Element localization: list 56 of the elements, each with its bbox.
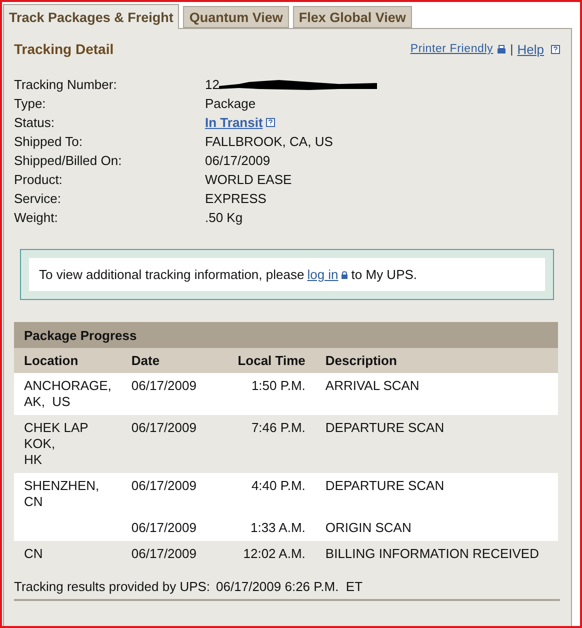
help-link[interactable]: Help [517, 42, 544, 56]
tab[interactable]: Track Packages & Freight [3, 4, 180, 29]
detail-value: FALLBROOK, CA, US [205, 133, 333, 151]
description-cell: BILLING INFORMATION RECEIVED [325, 546, 539, 561]
column-header: Description [315, 348, 558, 373]
location-cell: CN [24, 546, 43, 561]
description-cell: ARRIVAL SCAN [325, 378, 420, 393]
notice-text: To view additional tracking information, please [39, 267, 304, 282]
time-cell: 7:46 P.M. [251, 420, 306, 435]
date-cell: 06/17/2009 [131, 420, 196, 435]
location-cell: SHENZHEN, CN [24, 478, 100, 509]
time-cell: 1:50 P.M. [251, 378, 306, 393]
detail-label: Type: [14, 95, 47, 113]
detail-label: Weight: [14, 209, 59, 227]
column-header: Local Time [225, 348, 316, 373]
detail-value: 06/17/2009 [205, 152, 270, 170]
description-cell: ORIGIN SCAN [325, 520, 412, 535]
detail-value: Package [205, 95, 256, 113]
progress-title: Package Progress [14, 322, 558, 348]
lock-icon [341, 270, 348, 278]
footer-timestamp: 06/17/2009 6:26 P.M. ET [216, 579, 363, 594]
date-cell: 06/17/2009 [131, 520, 196, 535]
time-cell: 4:40 P.M. [251, 478, 306, 493]
date-cell: 06/17/2009 [131, 478, 196, 493]
section-title: Tracking Detail [14, 41, 114, 57]
tab[interactable]: Flex Global View [292, 6, 412, 28]
location-cell: CHEK LAP KOK, HK [24, 420, 88, 467]
printer-friendly-link[interactable]: Printer Friendly [410, 43, 494, 55]
location-cell: ANCHORAGE, AK, US [24, 378, 112, 409]
date-cell: 06/17/2009 [131, 546, 196, 561]
notice-text: to My UPS. [351, 267, 418, 282]
status-link[interactable]: In Transit [205, 113, 263, 132]
time-cell: 12:02 A.M. [243, 546, 306, 561]
tab[interactable]: Quantum View [183, 6, 289, 28]
help-icon [551, 44, 560, 54]
detail-value: .50 Kg [205, 209, 243, 227]
detail-value: EXPRESS [205, 190, 266, 208]
separator: | [510, 42, 514, 56]
detail-label: Product: [14, 171, 64, 189]
detail-value: WORLD EASE [205, 171, 292, 189]
detail-label: Status: [14, 114, 56, 132]
column-header: Date [121, 348, 226, 373]
detail-label: Tracking Number: [14, 76, 118, 94]
date-cell: 06/17/2009 [131, 378, 196, 393]
column-header: Location [14, 348, 122, 373]
detail-label: Service: [14, 190, 62, 208]
help-icon [266, 118, 275, 127]
description-cell: DEPARTURE SCAN [325, 420, 444, 435]
description-cell: DEPARTURE SCAN [325, 478, 444, 493]
footer-label: Tracking results provided by UPS: [14, 579, 210, 594]
detail-label: Shipped To: [14, 133, 84, 151]
time-cell: 1:33 A.M. [250, 520, 306, 535]
detail-value: 12 [205, 76, 220, 94]
login-link[interactable]: log in [307, 267, 338, 282]
printer-icon [497, 44, 506, 54]
detail-label: Shipped/Billed On: [14, 152, 123, 170]
